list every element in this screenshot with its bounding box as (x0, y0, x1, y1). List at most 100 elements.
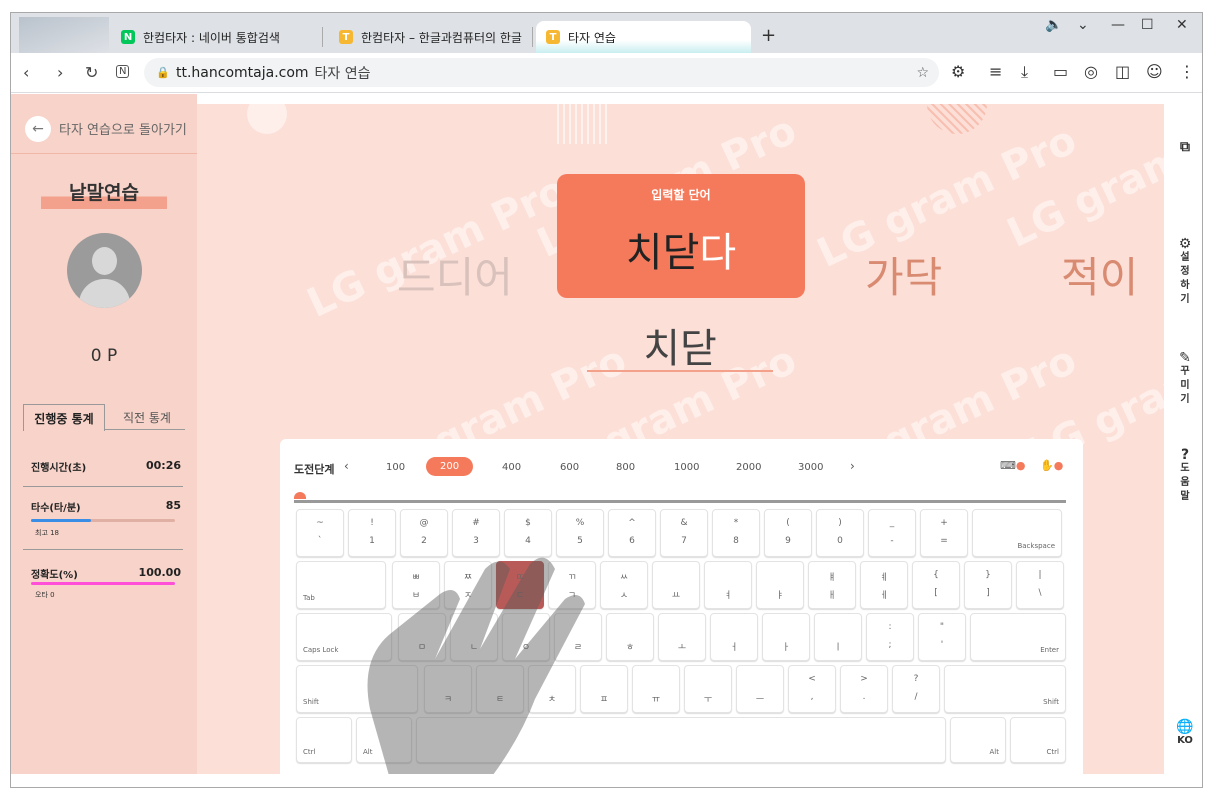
level-option-active[interactable]: 200 (426, 457, 474, 476)
key[interactable]: ㅣ (814, 613, 862, 661)
backspace-key[interactable]: Backspace (972, 509, 1062, 557)
key-shift-char: + (940, 518, 948, 528)
bookmark-star-icon[interactable]: ☆ (916, 65, 929, 81)
menu-icon[interactable]: ⋮ (1179, 62, 1195, 81)
customize-button[interactable]: ✎ 꾸미기 (1166, 351, 1202, 407)
key[interactable]: ㅕ (704, 561, 752, 609)
tab-previous-stats[interactable]: 직전 통계 (109, 404, 185, 430)
download-icon[interactable]: ⤓ (1021, 62, 1028, 82)
help-button[interactable]: ? 도움말 (1166, 448, 1202, 504)
tab-typing-practice[interactable]: T 타자 연습 (536, 21, 751, 53)
level-option[interactable]: 1000 (674, 462, 699, 473)
key-char: ㅕ (723, 591, 733, 601)
key[interactable]: <, (788, 665, 836, 713)
back-icon[interactable]: ‹ (23, 63, 29, 82)
sidebar-toggle-icon[interactable]: ◫ (1115, 62, 1130, 81)
stage-next-icon[interactable]: › (850, 459, 855, 473)
back-to-practice-link[interactable]: ← 타자 연습으로 돌아가기 (11, 104, 197, 154)
key[interactable]: ? / (892, 665, 940, 713)
key[interactable]: ㅗ (658, 613, 706, 661)
level-option[interactable]: 2000 (736, 462, 761, 473)
screen-capture-icon[interactable]: ▭ (1053, 62, 1068, 81)
back-label: 타자 연습으로 돌아가기 (59, 123, 187, 138)
maximize-button[interactable]: ☐ (1141, 17, 1154, 33)
level-option[interactable]: 600 (560, 462, 579, 473)
key-label: Ctrl (303, 748, 316, 756)
key[interactable]: ㅖㅔ (860, 561, 908, 609)
url-field[interactable]: 🔒 tt.hancomtaja.com 타자 연습 ☆ (144, 58, 939, 87)
stat-typing-speed: 타수(타/분) 85 (31, 499, 181, 514)
enter-key[interactable]: Enter (970, 613, 1066, 661)
key[interactable]: ^ 6 (608, 509, 656, 557)
key[interactable]: " ' (918, 613, 966, 661)
key[interactable]: ㅆㅅ (600, 561, 648, 609)
key[interactable]: ㅛ (652, 561, 700, 609)
next-word: 적이 (1061, 253, 1139, 302)
reading-list-icon[interactable]: ≡ (989, 62, 1002, 81)
level-option[interactable]: 800 (616, 462, 635, 473)
key-char: ㅏ (781, 643, 791, 653)
shift-right-key[interactable]: Shift (944, 665, 1066, 713)
key[interactable]: {[ (912, 561, 960, 609)
stat-label: 타수(타/분) (31, 503, 81, 514)
camera-icon[interactable]: ◎ (1084, 62, 1098, 81)
extensions-icon[interactable]: ⚙ (951, 62, 965, 81)
key[interactable]: ㅓ (710, 613, 758, 661)
key[interactable]: ㅒㅐ (808, 561, 856, 609)
stage-prev-icon[interactable]: ‹ (344, 459, 349, 473)
key[interactable]: ) 0 (816, 509, 864, 557)
level-option[interactable]: 400 (502, 462, 521, 473)
previous-word: 드디어 (397, 253, 513, 302)
key-char: , (810, 692, 814, 702)
speaker-icon[interactable]: 🔈 (1045, 17, 1062, 33)
key[interactable]: + = (920, 509, 968, 557)
key[interactable]: }] (964, 561, 1012, 609)
tab-search-chevron-icon[interactable]: ⌄ (1077, 17, 1089, 33)
close-button[interactable]: ✕ (1176, 17, 1188, 33)
key[interactable]: ㅡ (736, 665, 784, 713)
key[interactable]: >. (840, 665, 888, 713)
level-option[interactable]: 3000 (798, 462, 823, 473)
new-tab-button[interactable]: + (761, 25, 776, 46)
hand-guide-overlay (367, 557, 585, 774)
key[interactable]: (9 (764, 509, 812, 557)
tab-current-stats[interactable]: 진행중 통계 (23, 404, 105, 431)
key-label: Enter (1040, 646, 1059, 654)
minimize-button[interactable]: — (1111, 17, 1125, 33)
tab-hancom[interactable]: T 한컴타자 – 한글과컴퓨터의 한글 (329, 21, 529, 53)
key-char: ㅔ (879, 591, 889, 601)
accuracy-bar (31, 582, 175, 585)
language-button[interactable]: 🌐 KO (1166, 720, 1202, 748)
key[interactable]: ㅠ (632, 665, 680, 713)
stat-elapsed-time: 진행시간(초) 00:26 (31, 459, 181, 474)
reload-icon[interactable]: ↻ (85, 63, 98, 82)
key[interactable]: ㅜ (684, 665, 732, 713)
key[interactable]: ㅎ (606, 613, 654, 661)
key-char: ; (888, 640, 892, 650)
settings-button[interactable]: ⚙ 설정하기 (1166, 237, 1202, 307)
key[interactable]: :; (866, 613, 914, 661)
ctrl-right-key[interactable]: Ctrl (1010, 717, 1066, 763)
profile-icon[interactable]: ☺ (1146, 62, 1163, 81)
hand-toggle-icon[interactable]: ✋● (1040, 459, 1063, 472)
copy-icon[interactable]: ⧉ (1166, 140, 1202, 154)
key[interactable]: * 8 (712, 509, 760, 557)
alt-right-key[interactable]: Alt (950, 717, 1006, 763)
key[interactable]: ㅏ (762, 613, 810, 661)
help-label: 도움말 (1180, 463, 1190, 502)
tab-naver[interactable]: N 한컴타자 : 네이버 통합검색 (111, 21, 321, 53)
naver-home-icon[interactable]: N (116, 65, 130, 78)
keyboard-toggle-icon[interactable]: ⌨● (1000, 459, 1026, 472)
forward-icon[interactable]: › (57, 63, 63, 82)
level-option[interactable]: 100 (386, 462, 405, 473)
key[interactable]: _ - (868, 509, 916, 557)
target-word: 치닫다 (557, 220, 805, 278)
key[interactable]: & 7 (660, 509, 708, 557)
typed-input-display[interactable]: 치닫 (587, 316, 773, 374)
tab-bar: N 한컴타자 : 네이버 통합검색 T 한컴타자 – 한글과컴퓨터의 한글 T … (11, 13, 1202, 53)
stat-value: 85 (165, 499, 181, 512)
key[interactable]: | \ (1016, 561, 1064, 609)
key[interactable]: ㅑ (756, 561, 804, 609)
settings-label: 설정하기 (1180, 252, 1190, 305)
key-char: ㅡ (755, 695, 765, 705)
